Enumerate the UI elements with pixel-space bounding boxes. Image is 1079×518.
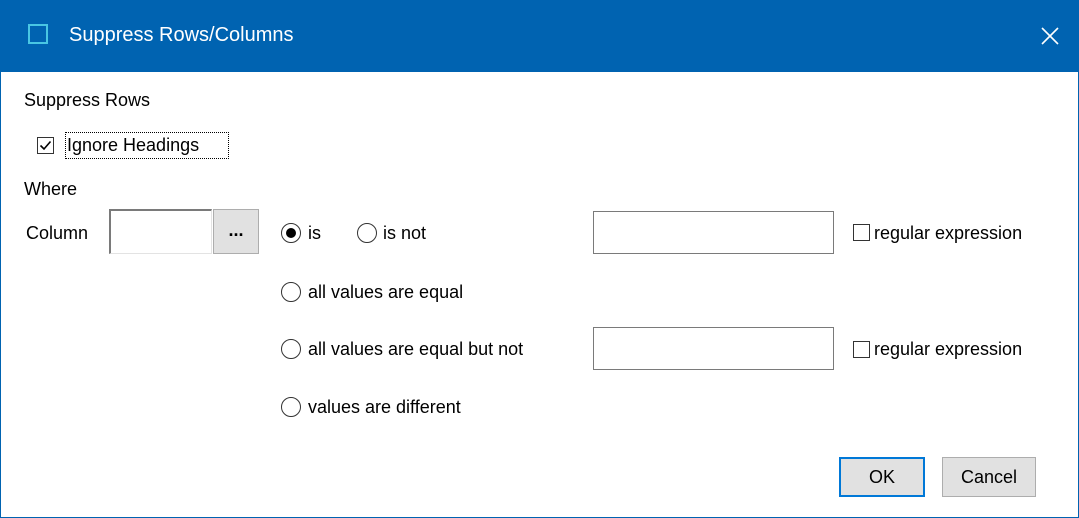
regex-checkbox-1[interactable]	[853, 224, 870, 241]
ignore-headings-label[interactable]: Ignore Headings	[67, 134, 199, 156]
ok-button[interactable]: OK	[839, 457, 925, 497]
radio-all-equal[interactable]	[281, 282, 301, 302]
column-label: Column	[26, 223, 89, 243]
regex-checkbox-2[interactable]	[853, 341, 870, 358]
close-button[interactable]	[1020, 0, 1079, 72]
window-icon	[28, 24, 48, 44]
radio-all-equal-but-not[interactable]	[281, 339, 301, 359]
suppress-dialog: Suppress Rows/Columns Suppress Rows Igno…	[0, 0, 1079, 518]
radio-all-equal-label[interactable]: all values are equal	[308, 281, 463, 303]
window-title: Suppress Rows/Columns	[69, 24, 294, 46]
cancel-button[interactable]: Cancel	[942, 457, 1036, 497]
column-input[interactable]	[109, 209, 212, 254]
regex-label-2[interactable]: regular expression	[874, 338, 1022, 360]
radio-different-label[interactable]: values are different	[308, 396, 461, 418]
radio-is-label[interactable]: is	[308, 222, 321, 244]
value-input[interactable]	[593, 211, 834, 254]
browse-button[interactable]: ...	[213, 209, 259, 254]
radio-selected-dot	[286, 228, 296, 238]
radio-different[interactable]	[281, 397, 301, 417]
radio-is-not-label[interactable]: is not	[383, 222, 426, 244]
radio-is-not[interactable]	[357, 223, 377, 243]
ignore-headings-checkbox[interactable]	[37, 137, 54, 154]
close-icon	[1041, 27, 1059, 45]
title-bar: Suppress Rows/Columns	[1, 0, 1079, 72]
radio-is[interactable]	[281, 223, 301, 243]
regex-label-1[interactable]: regular expression	[874, 222, 1022, 244]
radio-all-equal-but-not-label[interactable]: all values are equal but not	[308, 338, 523, 360]
section-label: Suppress Rows	[24, 90, 151, 110]
but-not-input[interactable]	[593, 327, 834, 370]
checkmark-icon	[39, 140, 52, 151]
where-label: Where	[24, 179, 78, 199]
